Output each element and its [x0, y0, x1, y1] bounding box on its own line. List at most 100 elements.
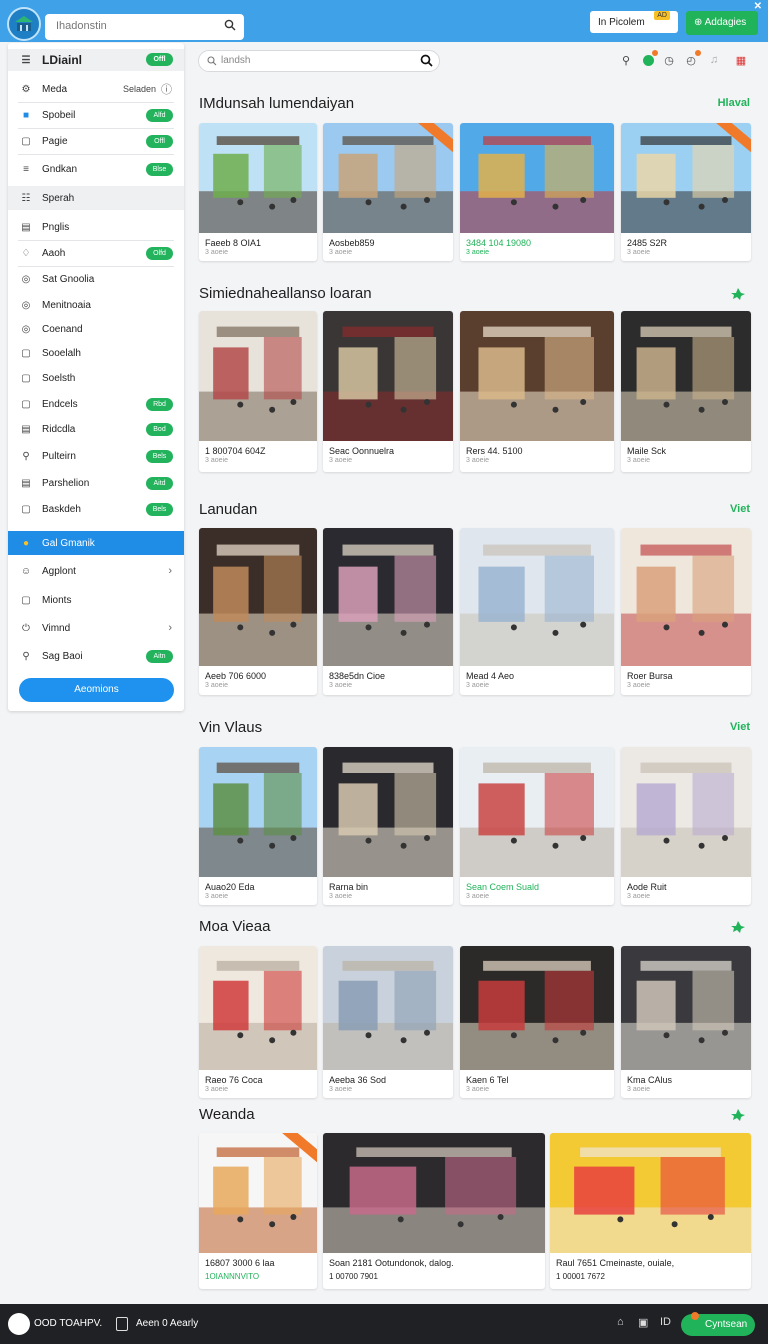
listing-card[interactable]: Maile Sck 3 aoeie — [621, 311, 751, 472]
sidebar-item[interactable]: ▤ Ridcdla Bod — [8, 417, 184, 441]
sidebar-item[interactable]: ⚲ Pulteirn Bels — [8, 444, 184, 468]
main-search-input[interactable]: landsh — [198, 50, 440, 72]
listing-card[interactable]: Mead 4 Aeo 3 aoeie — [460, 528, 614, 695]
bottom-bar: OOD TOAHPV. Aeen 0 Aearly ⌂ ▣ ID Cyntsea… — [0, 1304, 768, 1344]
listing-card[interactable]: Soan 2181 Ootundonok, dalog. 1 00700 7901 — [323, 1133, 545, 1289]
sidebar-action-button[interactable]: Aeomions — [19, 678, 174, 702]
sidebar-item-label: Coenand — [42, 323, 83, 335]
listing-card[interactable]: Seac Oonnuelra 3 aoeie — [323, 311, 453, 472]
card-subtitle: 3 aoeie — [205, 893, 228, 900]
app-logo[interactable] — [7, 7, 41, 41]
sidebar-title-pill: Offl — [146, 53, 173, 66]
sidebar-title: LDiainl — [42, 53, 83, 67]
sidebar-item[interactable]: ▢ Endcels Rbd — [8, 392, 184, 416]
sidebar-item[interactable]: ◎ Sat Gnoolia — [8, 267, 184, 291]
listing-card[interactable]: Auao20 Eda 3 aoeie — [199, 747, 317, 905]
chevron-right-icon[interactable]: › — [168, 565, 172, 577]
listing-card[interactable]: 3484 104 19080 3 aoeie — [460, 123, 614, 261]
card-title: 1 800704 604Z — [205, 446, 266, 456]
search-submit-icon[interactable] — [420, 54, 433, 67]
message-icon[interactable]: ▣ — [638, 1316, 648, 1329]
card-image — [621, 946, 751, 1070]
id-icon[interactable]: ID — [660, 1316, 671, 1328]
sidebar-item[interactable]: ▤ Parshelion Aitd — [8, 471, 184, 495]
sidebar-item[interactable]: ● Gal Gmanik — [8, 531, 184, 555]
top-bar: Ihadonstin In Picolem AD ⊕ Addagies ✕ — [0, 0, 768, 42]
sidebar-item[interactable]: ≡ Gndkan Blse — [8, 157, 184, 181]
listing-card[interactable]: Raul 7651 Cmeinaste, ouiale, 1 00001 7672 — [550, 1133, 751, 1289]
chat-icon[interactable] — [641, 50, 658, 67]
card-image — [460, 123, 614, 233]
listing-card[interactable]: Sean Coem Suald 3 aoeie — [460, 747, 614, 905]
card-title: Raul 7651 Cmeinaste, ouiale, — [556, 1258, 675, 1268]
sidebar-item[interactable]: ♢ Aaoh Olfd — [8, 241, 184, 265]
listing-card[interactable]: Aode Ruit 3 aoeie — [621, 747, 751, 905]
search-icon[interactable] — [224, 19, 236, 31]
sidebar-item[interactable]: ⚙ Meda Seladen ⓘ — [8, 77, 184, 101]
sidebar-item[interactable]: ☷ Sperah — [8, 186, 184, 210]
sidebar-item[interactable]: ■ Spobeil Alfd — [8, 103, 184, 127]
listing-card[interactable]: Kaen 6 Tel 3 aoeie — [460, 946, 614, 1098]
sidebar-item[interactable]: ◎ Menitnoaia — [8, 293, 184, 317]
listing-card[interactable]: 838e5dn Cioe 3 aoeie — [323, 528, 453, 695]
sidebar-item[interactable]: ▢ Soelsth — [8, 366, 184, 390]
listing-card[interactable]: Roer Bursa 3 aoeie — [621, 528, 751, 695]
sidebar-item[interactable]: ▢ Pagie Offl — [8, 129, 184, 153]
add-button[interactable]: ⊕ Addagies — [686, 11, 758, 35]
section-view-link[interactable]: Hlaval — [718, 97, 750, 109]
home-icon[interactable]: ⌂ — [617, 1316, 624, 1328]
promo-button[interactable]: In Picolem AD — [590, 11, 678, 33]
listing-card[interactable]: Rarna bin 3 aoeie — [323, 747, 453, 905]
sidebar-item[interactable]: ▢ Baskdeh Bels — [8, 497, 184, 521]
listing-card[interactable]: 16807 3000 6 laa 1OIANNNVITO — [199, 1133, 317, 1289]
sidebar-item-label: Pulteirn — [42, 450, 76, 462]
sidebar-item[interactable]: ▢ Sooelalh — [8, 341, 184, 365]
pin-icon[interactable] — [729, 1108, 747, 1122]
listing-card[interactable]: Kma CAlus 3 aoeie — [621, 946, 751, 1098]
sidebar: ☰ LDiainl Offl ⚙ Meda Seladen ⓘ ■ Spobeil Alfd… — [8, 43, 184, 711]
sidebar-item[interactable]: ▤ Pnglis — [8, 215, 184, 239]
document-icon[interactable] — [116, 1317, 128, 1331]
top-search-input[interactable]: Ihadonstin — [45, 14, 244, 40]
card-title: Mead 4 Aeo — [466, 671, 515, 681]
doc-icon: ▤ — [21, 477, 31, 489]
menu-icon[interactable]: ☰ — [20, 54, 32, 66]
circle-icon: ◎ — [21, 323, 31, 335]
card-image — [323, 528, 453, 666]
sidebar-item-pill: Blse — [146, 163, 173, 176]
info-icon[interactable]: ⓘ — [161, 81, 172, 97]
listing-card[interactable]: Raeo 76 Coca 3 aoeie — [199, 946, 317, 1098]
sidebar-item-label: Baskdeh — [42, 503, 81, 515]
sidebar-item[interactable]: ⚲ Sag Baoi Aitn — [8, 644, 184, 668]
listing-card[interactable]: Aosbeb859 3 aoeie — [323, 123, 453, 261]
listing-card[interactable]: Aeeba 36 Sod 3 aoeie — [323, 946, 453, 1098]
bottom-logo-icon[interactable] — [8, 1313, 30, 1335]
sidebar-item[interactable]: ◎ Coenand — [8, 317, 184, 341]
card-subtitle: 3 aoeie — [466, 893, 489, 900]
card-subtitle: 3 aoeie — [329, 249, 352, 256]
sidebar-item-pill: Bels — [146, 503, 173, 516]
section-view-link[interactable]: Viet — [730, 503, 750, 515]
sidebar-header[interactable]: ☰ LDiainl Offl — [8, 49, 184, 71]
sidebar-item-label: Pnglis — [42, 221, 70, 233]
pin-icon[interactable] — [729, 287, 747, 301]
sidebar-item[interactable]: ☺ Agplont › — [8, 559, 184, 583]
sidebar-item[interactable]: ▢ Mionts — [8, 588, 184, 612]
pin-icon[interactable] — [729, 920, 747, 934]
chevron-right-icon[interactable]: › — [168, 622, 172, 634]
help-icon[interactable]: ◴ — [684, 50, 701, 67]
listing-card[interactable]: 2485 S2R 3 aoeie — [621, 123, 751, 261]
user-icon[interactable]: ⚲ — [619, 53, 633, 67]
sidebar-item[interactable]: ⏻ Vimnd › — [8, 616, 184, 640]
listing-card[interactable]: Aeeb 706 6000 3 aoeie — [199, 528, 317, 695]
clock-icon[interactable]: ◷ — [662, 53, 676, 67]
card-image — [323, 747, 453, 877]
section-view-link[interactable]: Viet — [730, 721, 750, 733]
listing-card[interactable]: 1 800704 604Z 3 aoeie — [199, 311, 317, 472]
bottom-action-button[interactable]: Cyntsean — [681, 1312, 755, 1336]
close-icon[interactable]: ✕ — [754, 1, 762, 12]
listing-card[interactable]: Rers 44. 5100 3 aoeie — [460, 311, 614, 472]
bell-icon[interactable]: ♫ — [707, 53, 721, 67]
calendar-icon[interactable]: ▦ — [734, 53, 748, 67]
listing-card[interactable]: Faeeb 8 OIA1 3 aoeie — [199, 123, 317, 261]
